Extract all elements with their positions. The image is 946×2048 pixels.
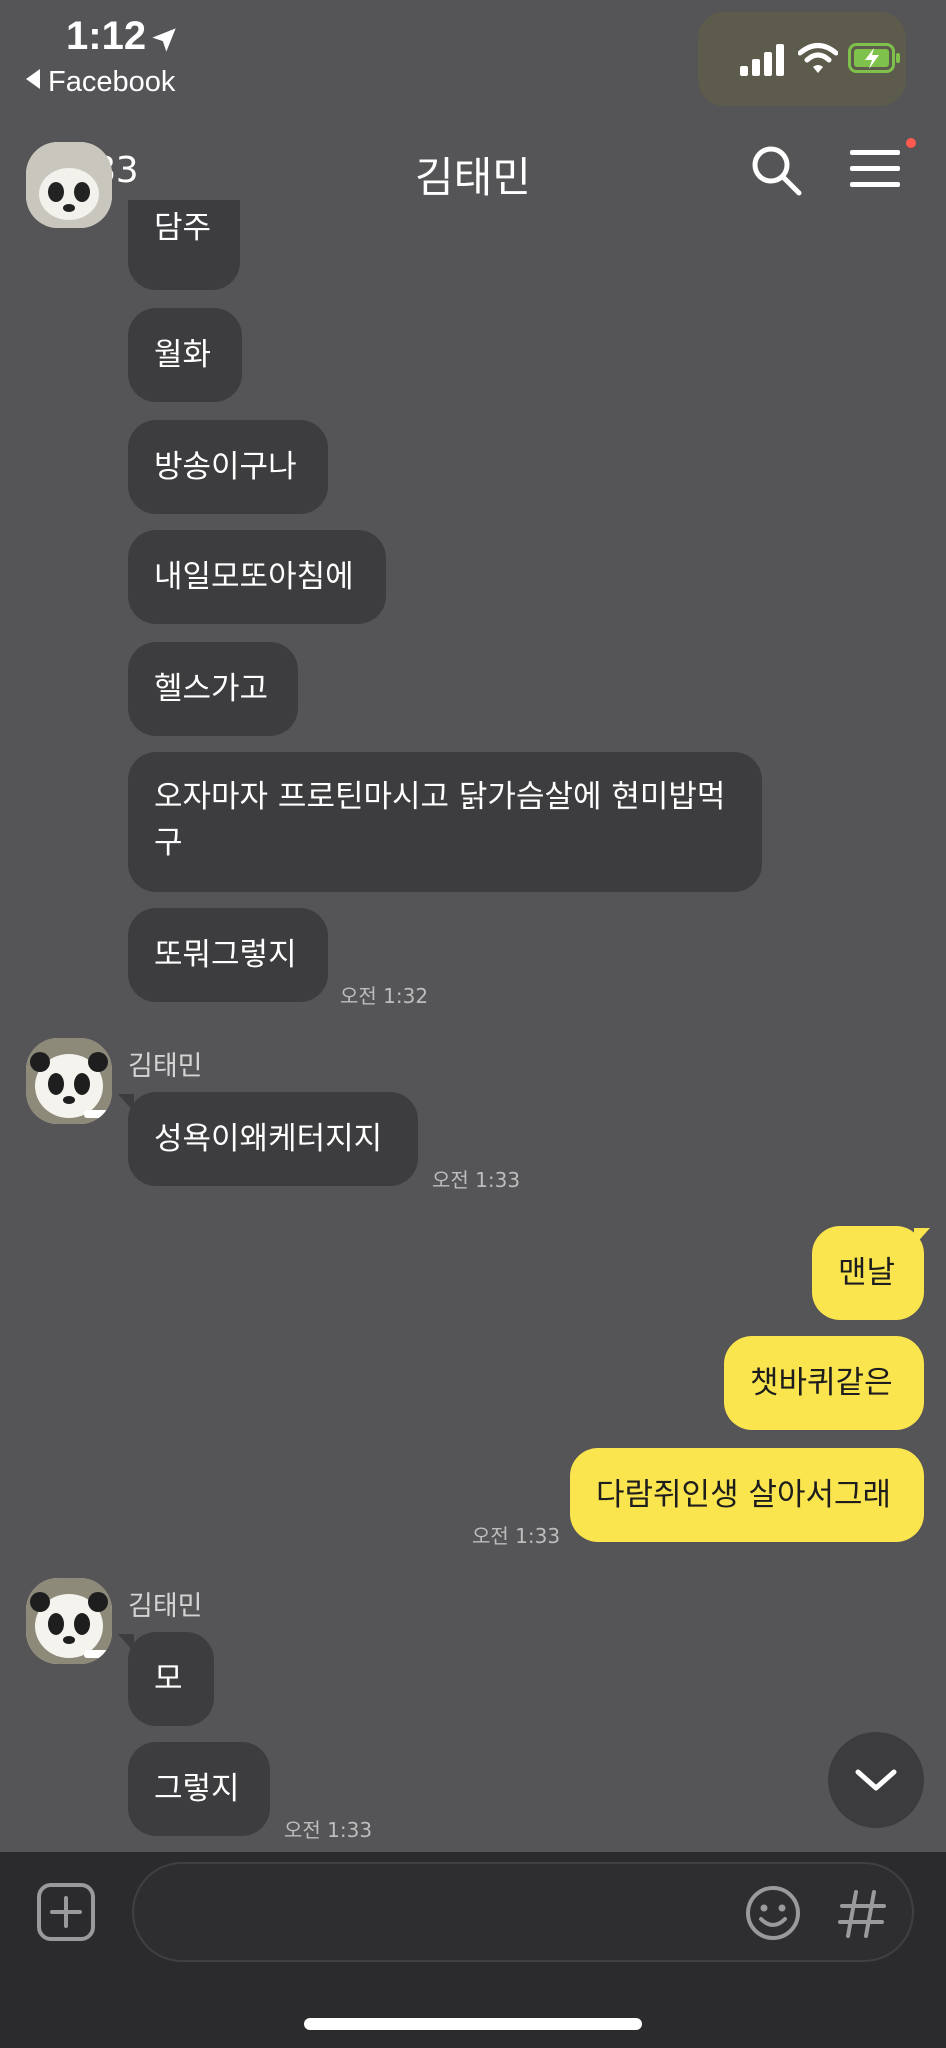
battery-charging-icon [848,43,900,73]
location-arrow-icon [152,28,176,52]
status-time: 1:12 [66,14,147,58]
notification-dot [906,138,916,148]
panda-avatar[interactable] [26,1038,112,1124]
message-text: 헬스가고 [154,671,269,707]
message-timestamp: 오전 1:33 [472,1524,561,1548]
outgoing-message[interactable]: 맨날 [812,1226,924,1320]
message-text: 월화 [154,337,212,373]
panda-avatar[interactable] [26,1578,112,1664]
message-timestamp: 오전 1:33 [432,1168,521,1192]
message-input-container[interactable] [132,1862,914,1962]
home-indicator [304,2018,642,2030]
message-text: 그렇지 [154,1771,240,1807]
incoming-message[interactable]: 오자마자 프로틴마시고 닭가슴살에 현미밥먹 구 [128,752,762,892]
incoming-message[interactable]: 월화 [128,308,242,402]
emoji-icon[interactable] [744,1884,802,1942]
incoming-message[interactable]: 방송이구나 [128,420,328,514]
back-triangle-icon [26,69,40,89]
incoming-message[interactable]: 담주 [128,200,240,290]
incoming-message[interactable]: 또뭐그렇지 [128,908,328,1002]
sender-name: 김태민 [128,1051,203,1082]
message-text: 챗바퀴같은 [750,1365,893,1401]
sender-name: 김태민 [128,1591,203,1622]
message-text: 방송이구나 [154,449,297,485]
chevron-down-icon [855,1769,897,1791]
message-text: 담주 [154,210,212,246]
message-text: 또뭐그렇지 [154,937,297,973]
message-timestamp: 오전 1:32 [340,984,429,1008]
scroll-to-bottom-button[interactable] [828,1732,924,1828]
incoming-message[interactable]: 성욕이왜케터지지 [128,1092,418,1186]
back-to-app-link[interactable]: Facebook [26,66,175,99]
incoming-message[interactable]: 내일모또아침에 [128,530,386,624]
panda-avatar [26,142,112,228]
message-text-line: 구 [154,825,183,861]
message-text: 맨날 [838,1255,896,1291]
incoming-message[interactable]: 그렇지 [128,1742,270,1836]
hash-icon[interactable] [834,1886,890,1942]
system-status-icons [698,12,906,106]
status-bar: 1:12 Facebook [0,0,946,110]
message-composer [0,1852,946,2048]
message-text: 모 [154,1661,183,1697]
outgoing-message[interactable]: 챗바퀴같은 [724,1336,924,1430]
back-app-label: Facebook [48,66,176,98]
menu-icon[interactable] [848,144,904,194]
plus-icon[interactable] [36,1882,96,1942]
wifi-icon [798,43,838,73]
incoming-message[interactable]: 헬스가고 [128,642,298,736]
signal-icon [740,44,784,76]
message-text: 내일모또아침에 [154,559,354,595]
incoming-message[interactable]: 모 [128,1632,214,1726]
message-text: 성욕이왜케터지지 [154,1121,383,1157]
outgoing-message[interactable]: 다람쥐인생 살아서그래 [570,1448,924,1542]
chat-title: 김태민 [415,153,531,202]
message-input[interactable] [168,1888,732,1940]
message-text: 다람쥐인생 살아서그래 [596,1477,892,1513]
message-text-line: 오자마자 프로틴마시고 닭가슴살에 현미밥먹 [154,779,726,815]
search-icon[interactable] [748,142,804,198]
message-timestamp: 오전 1:33 [284,1818,373,1842]
